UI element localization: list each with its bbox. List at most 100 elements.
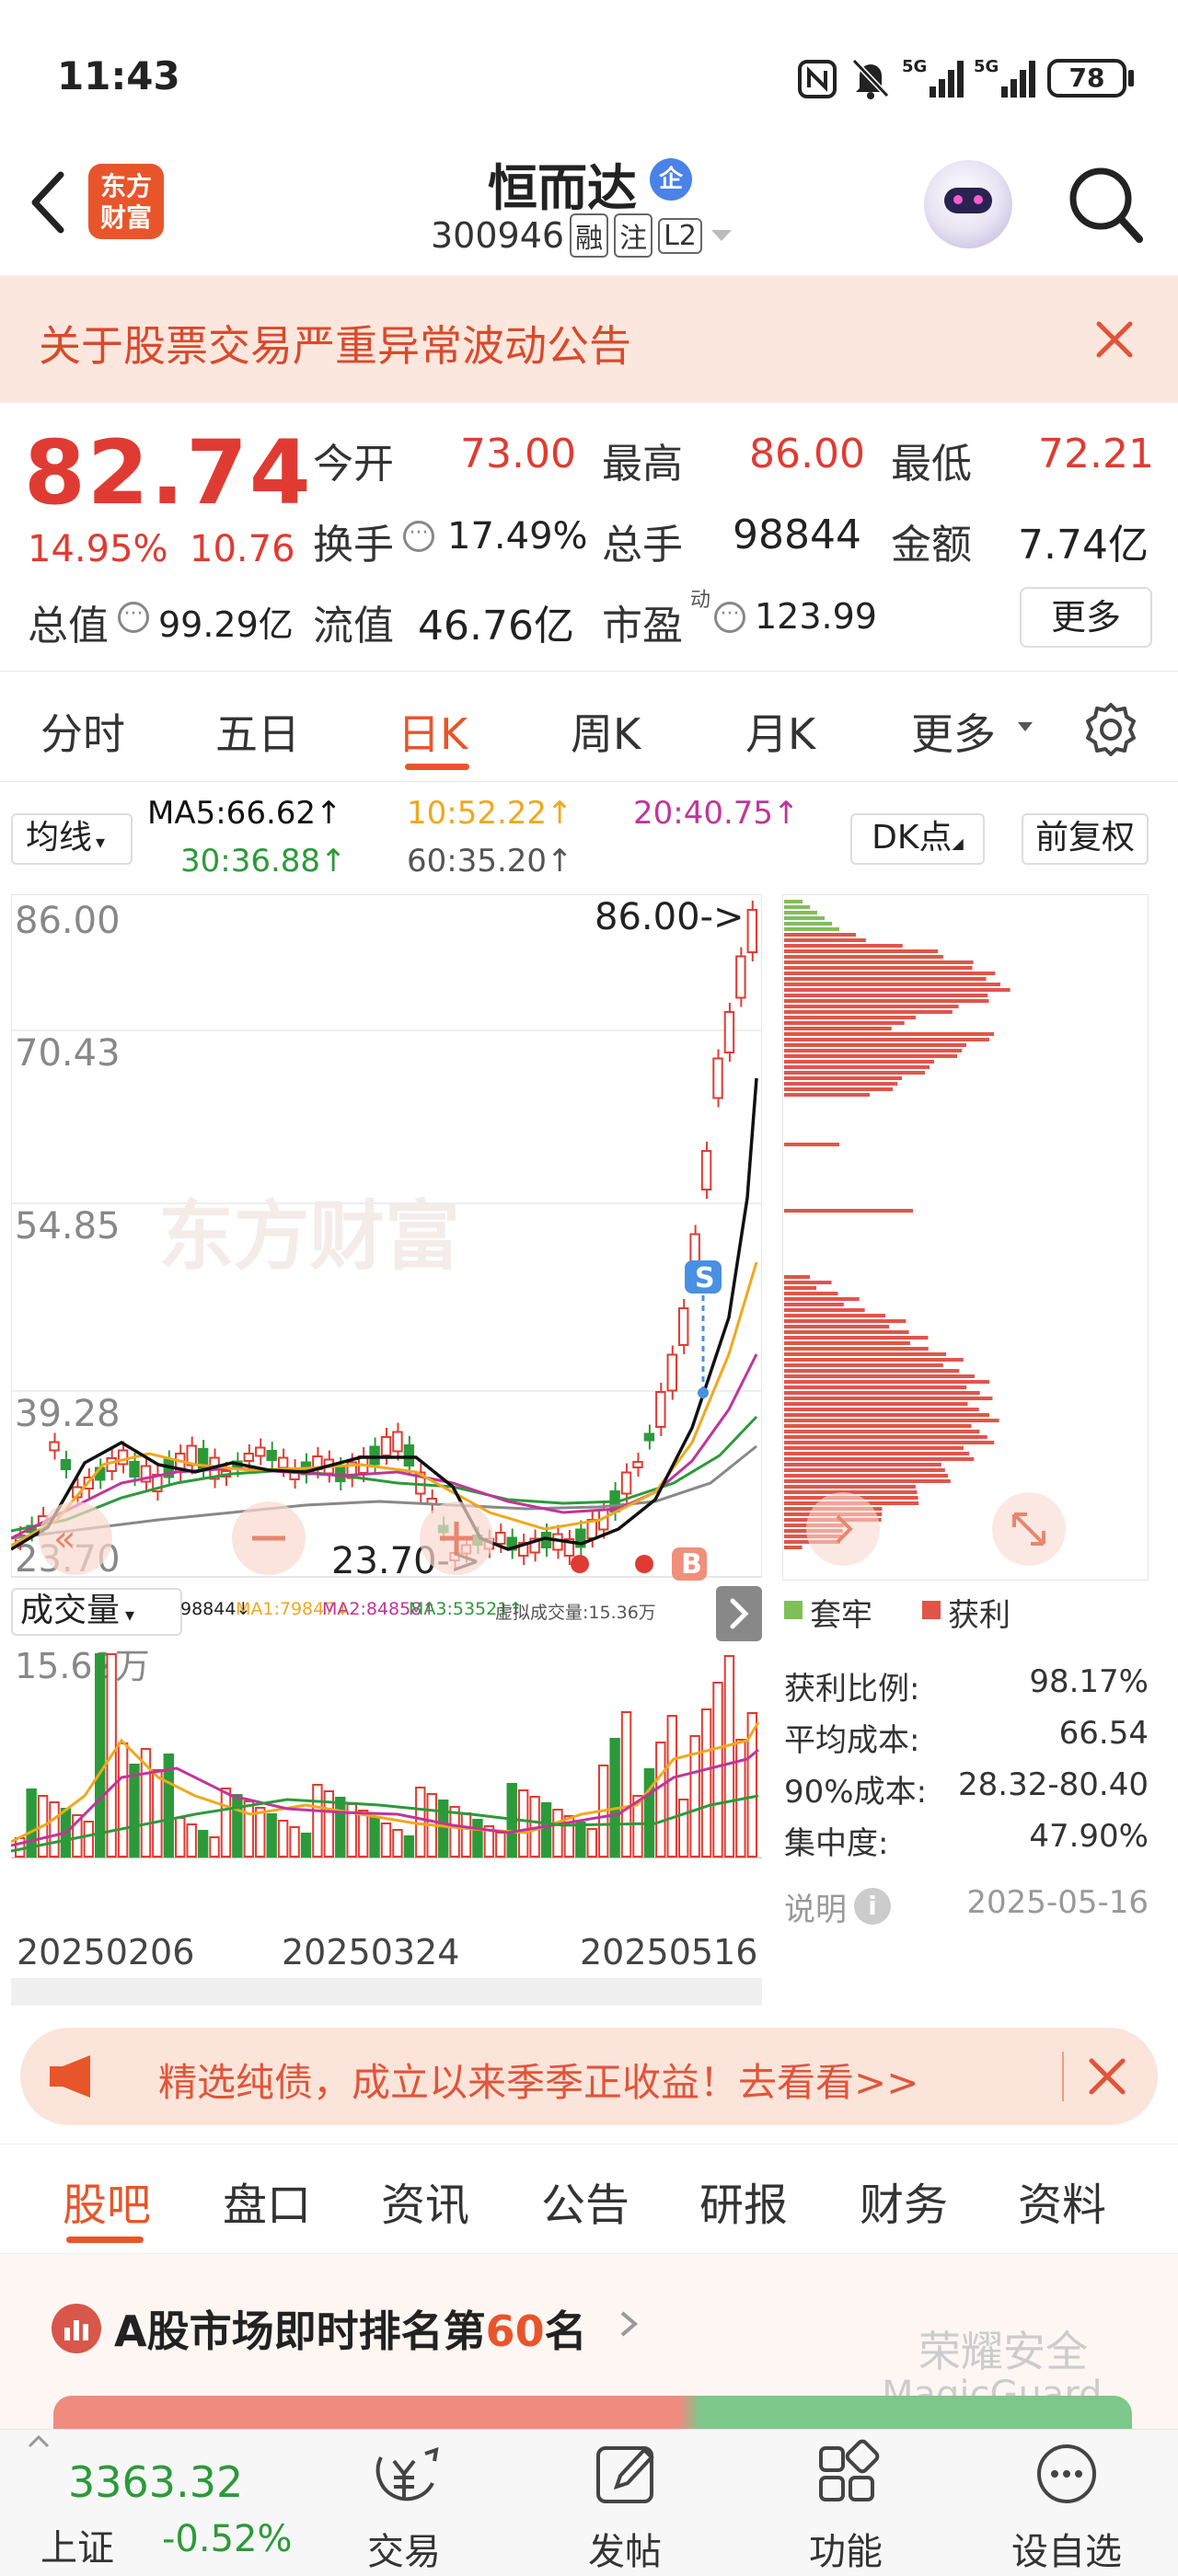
candle-body xyxy=(392,1431,403,1453)
tab-daily-k[interactable]: 日K xyxy=(398,701,468,762)
status-time: 11:43 xyxy=(57,53,180,98)
chip-bar xyxy=(784,1441,995,1444)
tab-more[interactable]: 更多 xyxy=(911,701,996,762)
tab-orderbook[interactable]: 盘口 xyxy=(223,2168,311,2233)
tab-weekly-k[interactable]: 周K xyxy=(571,701,641,762)
tab-five-day[interactable]: 五日 xyxy=(215,701,300,762)
chip-bar xyxy=(784,1352,947,1356)
tab-forum[interactable]: 股吧 xyxy=(63,2168,151,2233)
nav-post[interactable]: 发帖 xyxy=(556,2430,694,2573)
kline-svg[interactable]: 东方财富 86.00 70.43 54.85 39.28 23.70 86.00… xyxy=(11,894,762,1868)
more-circle-icon xyxy=(1037,2444,1096,2503)
info-icon[interactable]: i xyxy=(854,1888,891,1925)
tab-research[interactable]: 研报 xyxy=(699,2168,788,2233)
announcement-banner[interactable]: 关于股票交易严重异常波动公告 xyxy=(0,276,1178,403)
info-dots-icon[interactable]: ··· xyxy=(403,521,434,552)
chip-prev-button[interactable] xyxy=(806,1492,880,1566)
float-label: 流值 xyxy=(313,603,394,650)
rank-progress-bar xyxy=(53,2396,1132,2432)
chip-bar xyxy=(784,1286,817,1290)
promo-text[interactable]: 精选纯债，成立以来季季正收益！去看看>> xyxy=(158,2052,918,2108)
chip-bar xyxy=(784,1043,966,1047)
info-dots-icon[interactable]: ··· xyxy=(714,602,745,633)
chart-scroll-track[interactable] xyxy=(11,1978,762,2006)
volume-bar xyxy=(197,1830,209,1857)
chip-bar xyxy=(784,916,825,920)
chip-bar xyxy=(784,1546,803,1549)
chip-bar xyxy=(784,1408,979,1411)
tab-intraday[interactable]: 分时 xyxy=(40,701,125,762)
caret-up-icon[interactable] xyxy=(18,2430,59,2452)
chip-bar xyxy=(784,949,938,953)
index-name[interactable]: 上证 xyxy=(40,2518,114,2571)
candle-body xyxy=(723,1011,735,1053)
chip-bar xyxy=(784,1308,865,1312)
dropdown-triangle-icon[interactable] xyxy=(708,226,735,245)
nav-add-watchlist[interactable]: 设自选 xyxy=(998,2430,1136,2573)
volume-bar xyxy=(209,1836,220,1857)
rank-text[interactable]: A股市场即时排名第60名 xyxy=(114,2298,587,2359)
grid-icon xyxy=(819,2439,880,2501)
volume-bar xyxy=(129,1764,140,1857)
close-icon[interactable] xyxy=(1084,2053,1130,2099)
ma-select[interactable]: 均线 ▾ xyxy=(11,813,133,865)
chip-bar xyxy=(784,1054,957,1058)
chip-row-label: 获利比例: xyxy=(784,1671,920,1708)
promo-banner[interactable]: 精选纯债，成立以来季季正收益！去看看>> xyxy=(20,2028,1158,2125)
y-label-4: 39.28 xyxy=(15,1393,121,1435)
volume-bar xyxy=(335,1797,346,1857)
announcement-text[interactable]: 关于股票交易严重异常波动公告 xyxy=(39,313,631,374)
close-icon[interactable] xyxy=(1091,316,1138,362)
chip-bar xyxy=(784,1363,943,1367)
candle-body xyxy=(266,1450,277,1461)
dk-point-button[interactable]: DK点◢ xyxy=(850,813,985,865)
chip-bar xyxy=(784,1347,929,1351)
chip-row-label: 平均成本: xyxy=(784,1722,920,1759)
profit-legend-label: 获利 xyxy=(948,1597,1011,1634)
chip-bar xyxy=(784,1297,860,1301)
nav-trade[interactable]: 交易 xyxy=(335,2430,473,2573)
chip-bar xyxy=(784,955,943,959)
chip-bar xyxy=(784,999,989,1003)
ma20-label: 20:40.75↑ xyxy=(633,795,800,832)
chip-row-value: 66.54 xyxy=(1058,1715,1149,1752)
more-button[interactable]: 更多 xyxy=(1020,587,1152,648)
expand-panel-button[interactable] xyxy=(716,1586,762,1641)
search-icon[interactable] xyxy=(1064,160,1147,248)
nav-features[interactable]: 功能 xyxy=(777,2430,915,2573)
settings-gear-icon[interactable] xyxy=(1082,701,1139,758)
index-value[interactable]: 3363.32 xyxy=(68,2457,243,2507)
chip-bar xyxy=(784,1209,913,1213)
volume-bar xyxy=(95,1653,106,1857)
volume-bar xyxy=(460,1812,472,1857)
date-label-mid: 20250324 xyxy=(282,1932,460,1972)
date-label-end: 20250516 xyxy=(580,1932,758,1972)
svg-text:B: B xyxy=(681,1548,702,1581)
price-adjust-button[interactable]: 前复权 xyxy=(1022,813,1149,865)
back-icon[interactable] xyxy=(20,166,75,239)
info-dots-icon[interactable]: ··· xyxy=(118,602,149,633)
kline-chart-area: 均线 ▾ MA5:66.62↑ 10:52.22↑ 20:40.75↑ 30:36… xyxy=(0,782,1178,2006)
app-logo[interactable]: 东方 财富 xyxy=(88,164,164,239)
index-change[interactable]: -0.52% xyxy=(162,2518,293,2560)
robot-assistant-avatar[interactable] xyxy=(924,160,1012,248)
chip-bar xyxy=(784,1430,980,1433)
volume-indicator-select[interactable]: 成交量 ▾ xyxy=(11,1588,182,1636)
chip-bar xyxy=(784,1369,960,1373)
tab-announcements[interactable]: 公告 xyxy=(541,2168,629,2233)
chip-bar xyxy=(784,983,1000,986)
tab-finance[interactable]: 财务 xyxy=(860,2168,948,2233)
change-amount: 10.76 xyxy=(190,528,295,570)
chip-bar xyxy=(784,1016,916,1019)
chip-bar xyxy=(784,1325,890,1328)
chip-distribution-svg xyxy=(782,894,1149,1581)
chip-bar xyxy=(784,1143,839,1146)
nfc-icon xyxy=(797,59,837,99)
market-rank-section[interactable]: A股市场即时排名第60名 荣耀安全 MagicGuard xyxy=(0,2254,1178,2432)
dropdown-triangle-icon[interactable] xyxy=(1016,719,1034,732)
tab-profile[interactable]: 资料 xyxy=(1018,2168,1106,2233)
tab-monthly-k[interactable]: 月K xyxy=(745,701,815,762)
tab-news[interactable]: 资讯 xyxy=(381,2168,469,2233)
explain-link[interactable]: 说明 xyxy=(784,1884,847,1929)
chip-bar xyxy=(784,1303,844,1306)
